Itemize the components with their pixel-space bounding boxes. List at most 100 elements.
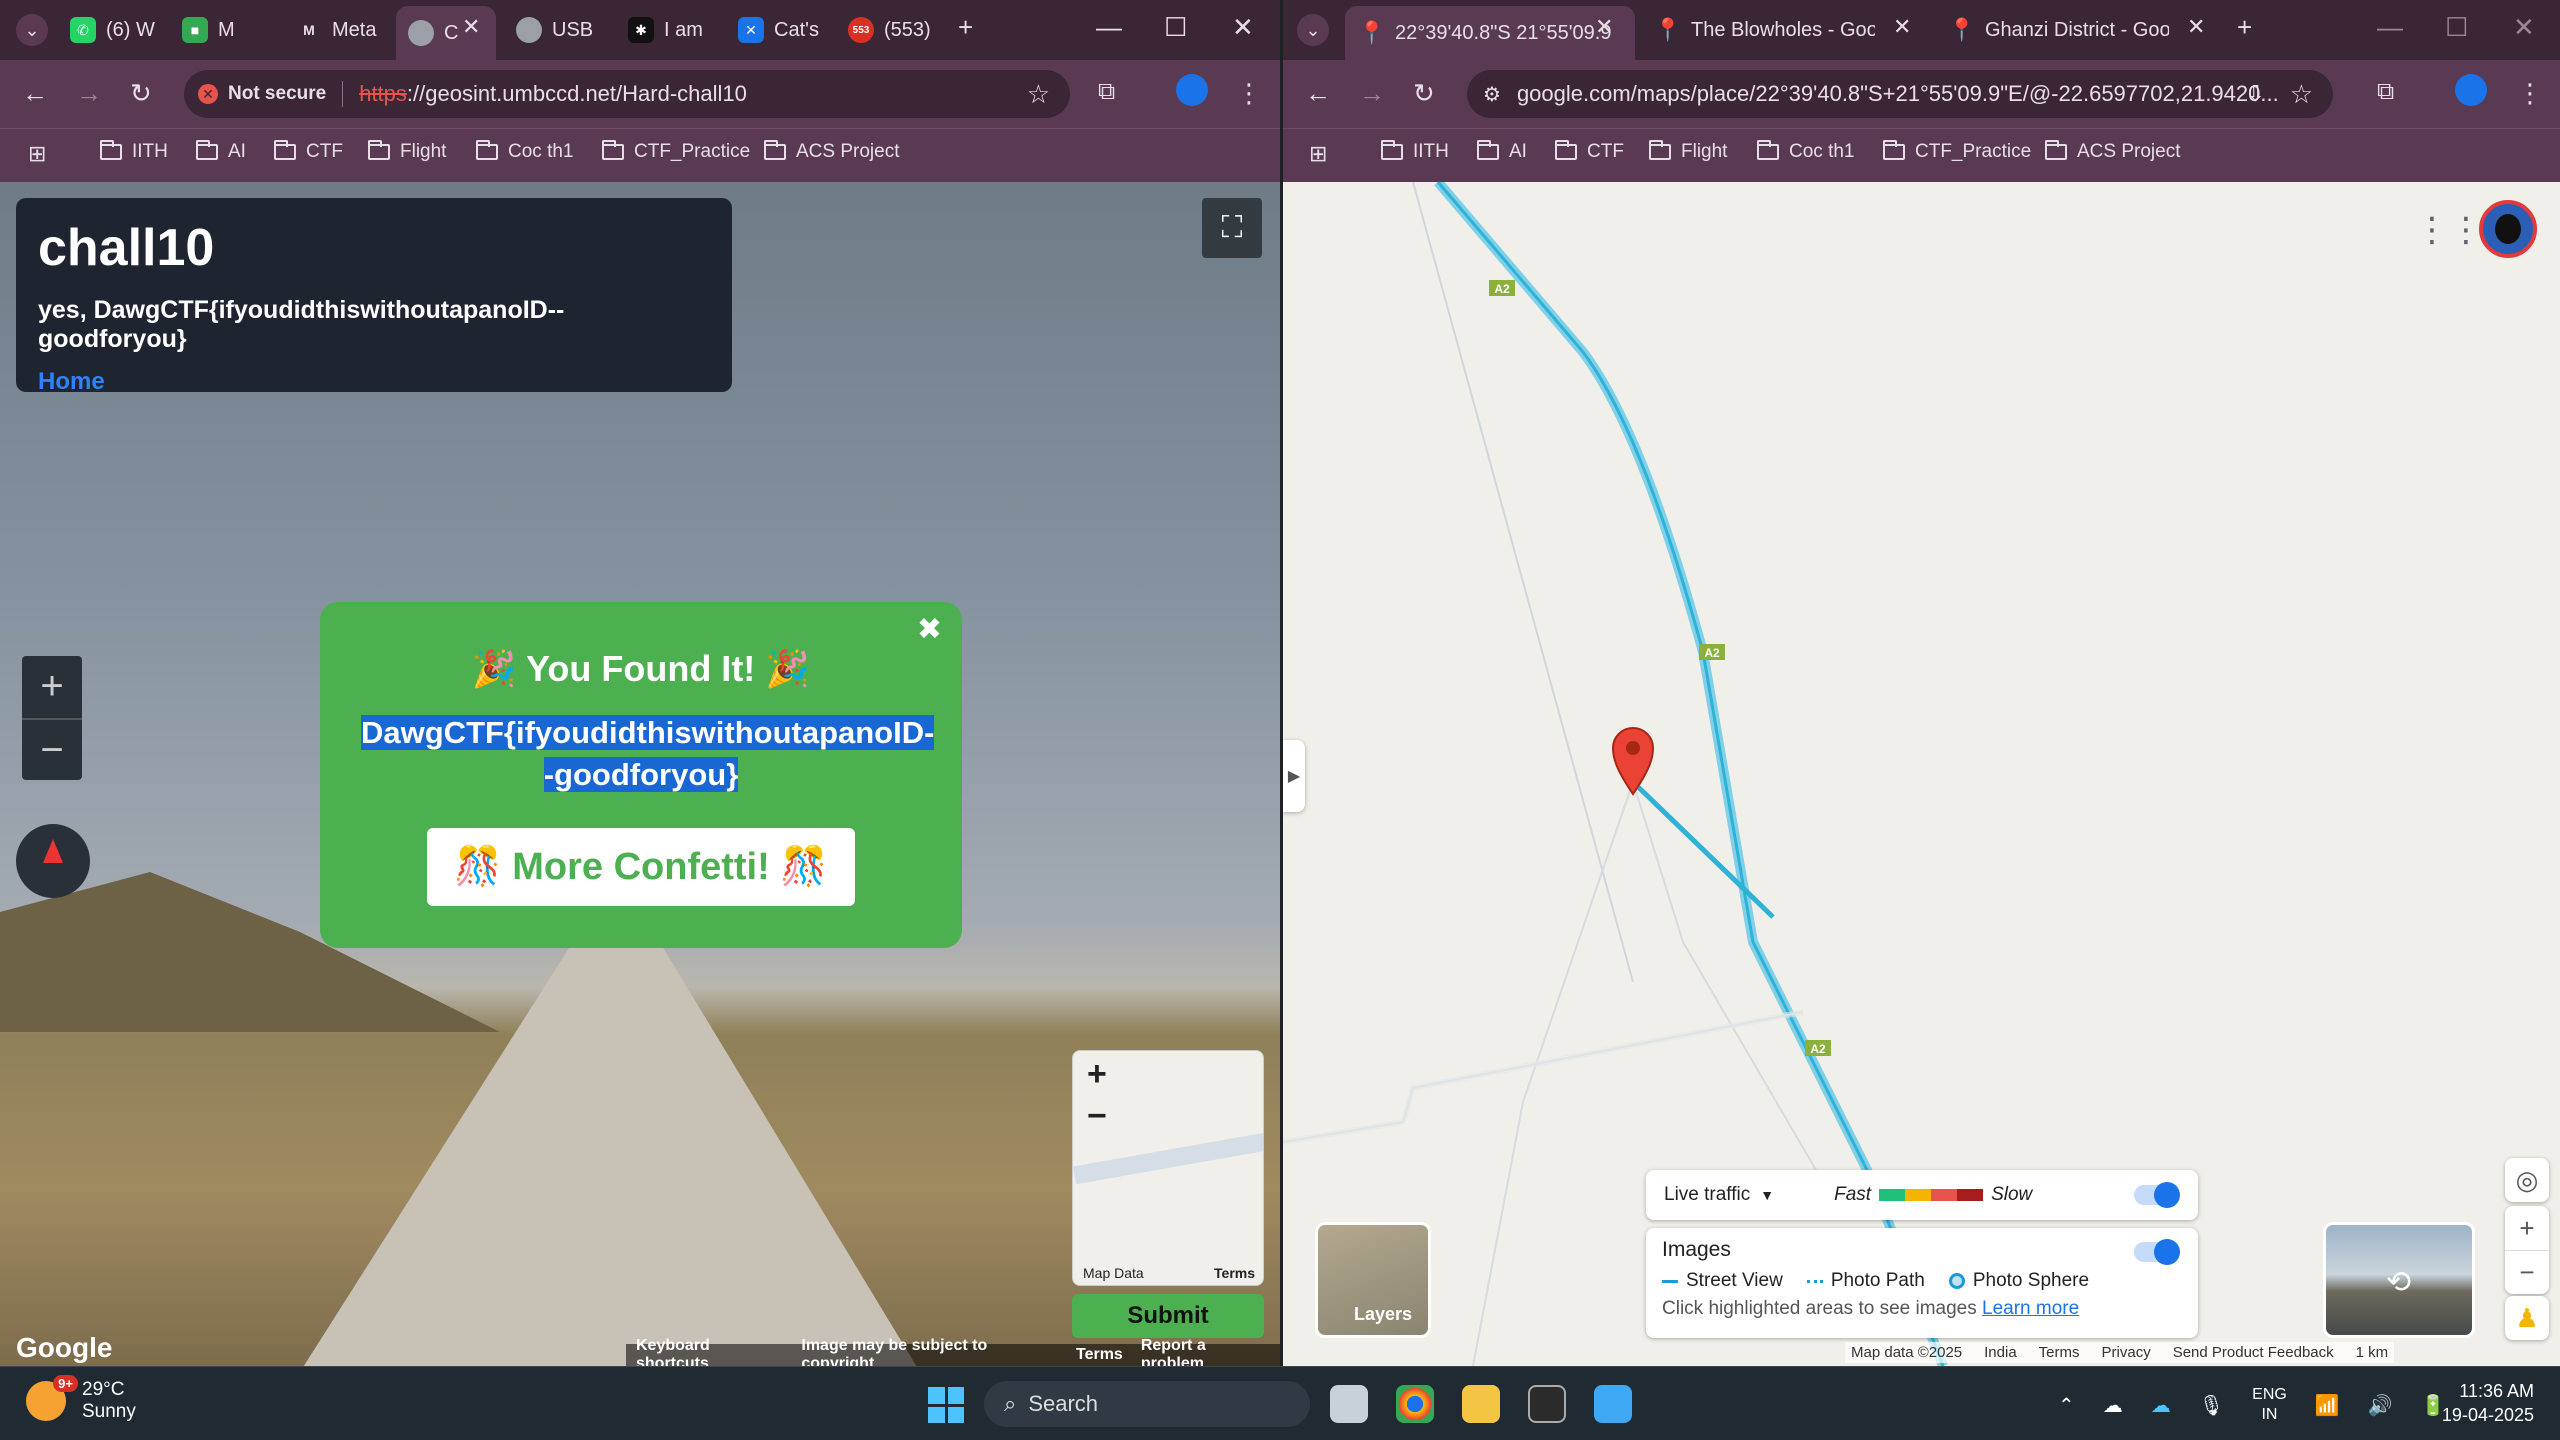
bookmark-folder[interactable]: Coc th1 [476,140,573,163]
address-bar[interactable]: ✕ Not secure https://geosint.umbccd.net/… [184,70,1070,118]
close-window-icon[interactable]: ✕ [1232,12,1254,43]
reload-icon[interactable]: ↻ [1413,78,1435,109]
taskbar-search[interactable]: ⌕ Search [984,1381,1310,1427]
zoom-out-button[interactable]: − [22,718,82,780]
bookmark-folder[interactable]: CTF [274,140,343,163]
terms-link[interactable]: Terms [1076,1346,1123,1364]
tab-usb[interactable]: USB [516,8,606,52]
map-zoom-out-button[interactable]: − [2505,1250,2549,1294]
tab-meet[interactable]: ■ M [182,8,272,52]
notepad-icon[interactable] [1594,1385,1632,1423]
reload-icon[interactable]: ↻ [130,78,152,109]
clock[interactable]: 11:36 AM 19-04-2025 [2442,1379,2534,1427]
zoom-in-button[interactable]: + [22,656,82,718]
bookmark-star-icon[interactable]: ☆ [1027,79,1050,110]
account-avatar[interactable] [2479,200,2537,258]
traffic-toggle[interactable] [2134,1182,2180,1208]
bookmark-folder[interactable]: Coc th1 [1757,140,1854,163]
file-explorer-icon[interactable] [1462,1385,1500,1423]
chrome-icon[interactable] [1396,1385,1434,1423]
new-tab-icon[interactable]: + [958,12,973,43]
extensions-icon[interactable]: ⧉ [2377,78,2394,106]
tab-active-geosint[interactable]: C [396,6,496,60]
install-app-icon[interactable]: ⇩ [2247,81,2265,107]
close-popup-button[interactable]: ✖ [917,612,942,647]
street-view-thumbnail[interactable]: ⟲ [2323,1222,2475,1338]
minimize-icon[interactable]: — [1096,12,1122,43]
location-pin-icon[interactable] [1611,727,1655,796]
minimap-zoom-out[interactable]: − [1087,1097,1107,1136]
dropdown-arrow-icon[interactable]: ▼ [1760,1187,1774,1203]
new-tab-icon[interactable]: + [2237,12,2252,43]
forward-icon[interactable]: → [76,78,102,109]
onedrive-cloud-icon[interactable]: ☁ [2103,1393,2123,1418]
fullscreen-button[interactable]: ⛶ [1202,198,1262,258]
back-icon[interactable]: ← [1305,78,1331,109]
collapse-side-panel-button[interactable]: ▶ [1283,740,1305,812]
bookmark-folder[interactable]: CTF_Practice [602,140,750,163]
live-traffic-dropdown[interactable]: Live traffic [1664,1184,1750,1206]
wifi-icon[interactable]: 📶 [2315,1393,2340,1418]
bookmark-folder[interactable]: ACS Project [764,140,899,163]
privacy-link[interactable]: Privacy [2102,1344,2151,1361]
tab-search-button[interactable]: ⌄ [16,14,48,46]
more-confetti-button[interactable]: 🎊 More Confetti! 🎊 [427,828,855,906]
profile-avatar[interactable] [1176,74,1208,106]
guess-minimap[interactable]: + − Map Data Terms [1072,1050,1264,1286]
bookmark-folder[interactable]: AI [196,140,246,163]
close-window-icon[interactable]: ✕ [2513,12,2535,43]
send-feedback-link[interactable]: Send Product Feedback [2173,1344,2334,1361]
microphone-icon[interactable]: 🎙 [2199,1393,2224,1418]
extensions-icon[interactable]: ⧉ [1098,78,1115,106]
profile-avatar[interactable] [2455,74,2487,106]
apps-grid-icon[interactable]: ⊞ [1309,141,1327,167]
terminal-icon[interactable] [1528,1385,1566,1423]
submit-button[interactable]: Submit [1072,1294,1264,1338]
minimap-zoom-in[interactable]: + [1087,1055,1107,1094]
address-bar[interactable]: ⚙ google.com/maps/place/22°39'40.8"S+21°… [1467,70,2333,118]
maximize-icon[interactable]: ☐ [1164,12,1187,43]
report-problem-link[interactable]: Report a problem [1141,1337,1270,1366]
volume-icon[interactable]: 🔊 [2368,1393,2393,1418]
bookmark-folder[interactable]: CTF [1555,140,1624,163]
bookmark-star-icon[interactable]: ☆ [2290,79,2313,110]
minimap-terms[interactable]: Terms [1214,1265,1255,1281]
tab-search-button[interactable]: ⌄ [1297,14,1329,46]
scale-bar[interactable]: 1 km [2356,1344,2389,1361]
region-link[interactable]: India [1984,1344,2017,1361]
bookmark-folder[interactable]: CTF_Practice [1883,140,2031,163]
minimize-icon[interactable]: — [2377,12,2403,43]
google-map[interactable]: A2 A2 A2 ⋮⋮⋮ ▶ Layers Live traffic ▼ Fas… [1283,182,2560,1366]
site-info-icon[interactable]: ⚙ [1483,82,1501,107]
close-tab-icon[interactable]: ✕ [462,14,480,40]
images-toggle[interactable] [2134,1239,2180,1265]
terms-link[interactable]: Terms [2039,1344,2080,1361]
tab-whatsapp[interactable]: ✆ (6) W [70,8,160,52]
home-link[interactable]: Home [38,368,710,396]
close-tab-icon[interactable]: ✕ [1893,14,1911,40]
menu-icon[interactable]: ⋮ [1236,78,1262,109]
tab-medium[interactable]: M Meta [296,8,386,52]
bookmark-folder[interactable]: IITH [1381,140,1449,163]
security-label[interactable]: Not secure [228,83,326,105]
bookmark-folder[interactable]: AI [1477,140,1527,163]
tab-blowholes[interactable]: 📍 The Blowholes - Google [1645,8,1875,52]
start-windows-icon[interactable] [928,1387,964,1423]
close-tab-icon[interactable]: ✕ [2187,14,2205,40]
bookmark-folder[interactable]: Flight [1649,140,1727,163]
back-icon[interactable]: ← [22,78,48,109]
learn-more-link[interactable]: Learn more [1982,1298,2079,1319]
bookmark-folder[interactable]: Flight [368,140,446,163]
my-location-icon[interactable]: ◎ [2505,1158,2549,1202]
onedrive-sync-icon[interactable]: ☁ [2151,1393,2171,1418]
apps-grid-icon[interactable]: ⊞ [28,141,46,167]
forward-icon[interactable]: → [1359,78,1385,109]
street-view-panorama[interactable]: chall10 yes, DawgCTF{ifyoudidthiswithout… [0,182,1280,1366]
tab-mail[interactable]: 553 (553) [848,8,948,52]
show-hidden-icons-icon[interactable]: ⌃ [2058,1393,2075,1418]
language-indicator[interactable]: ENG IN [2252,1385,2287,1425]
menu-icon[interactable]: ⋮ [2517,78,2543,109]
tab-cats[interactable]: ✕ Cat's [738,8,838,52]
tab-active-coordinates[interactable]: 📍 22°39'40.8"S 21°55'09.9 [1345,6,1635,60]
compass-button[interactable] [16,824,90,898]
